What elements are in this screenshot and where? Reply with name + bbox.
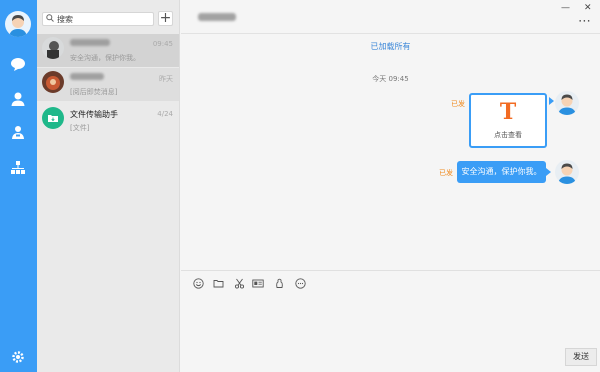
file-transfer-icon: [42, 107, 64, 129]
add-button[interactable]: +: [158, 11, 173, 26]
conversation-name: 文件传输助手: [70, 110, 118, 119]
avatar[interactable]: [555, 91, 579, 115]
group-icon[interactable]: [9, 123, 27, 141]
snap-icon[interactable]: [273, 277, 285, 289]
chat-title: [198, 13, 236, 23]
card-caption: 点击查看: [494, 131, 522, 139]
message-bubble[interactable]: 安全沟通，保护你我。: [457, 161, 546, 183]
send-button[interactable]: 发送: [565, 348, 597, 366]
conversation-name: [70, 73, 104, 82]
avatar[interactable]: [555, 160, 579, 184]
more-options-icon[interactable]: [294, 277, 306, 289]
more-icon[interactable]: ⋯: [578, 14, 591, 29]
message-card[interactable]: T 点击查看: [469, 93, 547, 148]
avatar: [42, 71, 64, 93]
scissors-icon[interactable]: [233, 277, 245, 289]
history-loaded-notice[interactable]: 已加载所有: [181, 41, 600, 52]
conversation-preview: [阅后即焚消息]: [70, 88, 118, 96]
chat-icon[interactable]: [9, 55, 27, 73]
contacts-icon[interactable]: [9, 90, 27, 108]
close-button[interactable]: ✕: [584, 3, 592, 13]
card-letter: T: [499, 99, 517, 125]
org-icon[interactable]: [9, 159, 27, 177]
conversation-time: 4/24: [157, 110, 173, 118]
conversation-name: [70, 39, 110, 48]
read-status: 已发: [451, 100, 465, 108]
minimize-button[interactable]: —: [561, 3, 570, 13]
emoji-icon[interactable]: [192, 277, 204, 289]
conversation-item[interactable]: 文件传输助手 4/24 [文件]: [37, 104, 179, 137]
input-divider: [181, 270, 600, 271]
my-avatar[interactable]: [5, 11, 31, 37]
search-icon: [46, 14, 54, 24]
conversation-item[interactable]: 09:45 安全沟通，保护你我。: [37, 34, 179, 67]
conversation-time: 09:45: [152, 40, 173, 48]
conversation-list: 搜索 + 09:45 安全沟通，保护你我。 昨天 [阅后即焚消息] 文件传输助手…: [37, 0, 180, 372]
nav-rail: [0, 0, 37, 372]
settings-icon[interactable]: [9, 348, 27, 366]
conversation-preview: [文件]: [70, 124, 90, 132]
read-status: 已发: [439, 169, 453, 177]
search-placeholder: 搜索: [57, 14, 73, 24]
conversation-item[interactable]: 昨天 [阅后即焚消息]: [37, 68, 179, 101]
card-icon[interactable]: [252, 277, 264, 289]
chat-panel: — ✕ ⋯ 已加载所有 今天 09:45 已发 T 点击查看 已发 安全沟通，保…: [181, 0, 600, 372]
conversation-preview: 安全沟通，保护你我。: [70, 54, 140, 62]
search-input[interactable]: 搜索: [42, 12, 154, 26]
bubble-tail: [546, 168, 551, 176]
folder-icon[interactable]: [212, 277, 224, 289]
conversation-time: 昨天: [159, 75, 173, 83]
avatar: [42, 37, 64, 59]
bubble-tail: [549, 97, 554, 105]
chat-header: — ✕ ⋯: [181, 0, 600, 34]
message-timestamp: 今天 09:45: [372, 75, 409, 83]
